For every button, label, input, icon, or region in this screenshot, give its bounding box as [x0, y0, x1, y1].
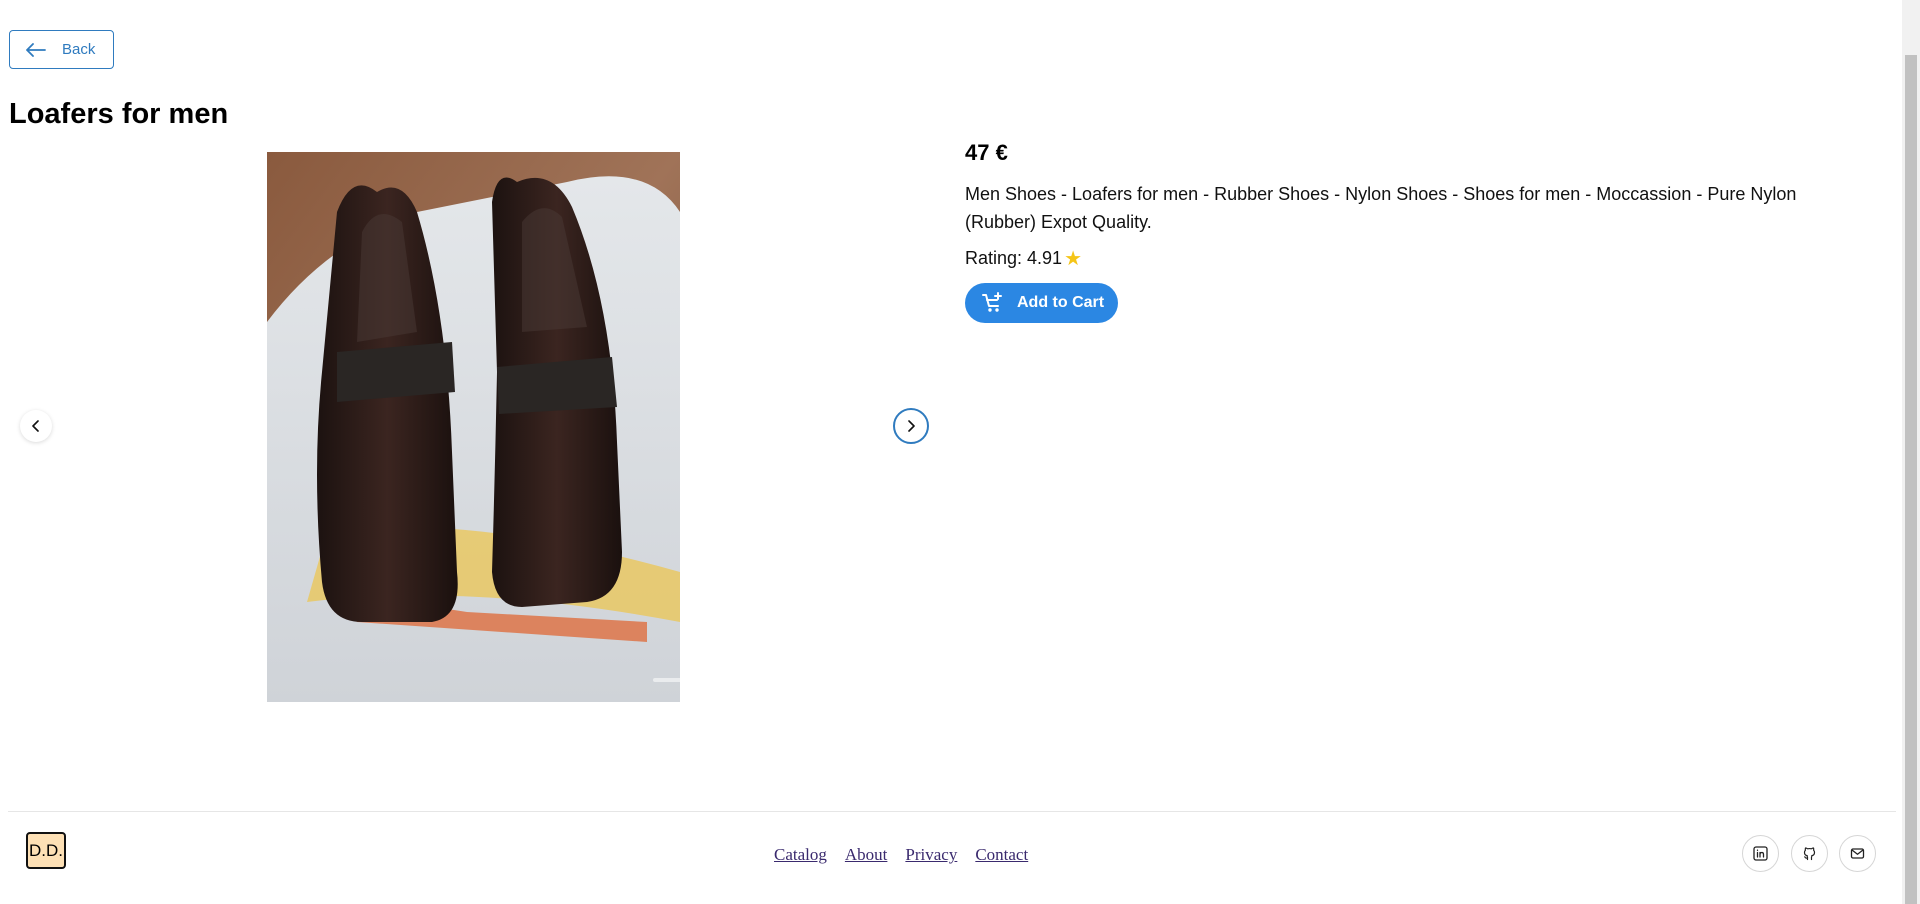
product-price: 47 €	[965, 140, 1008, 165]
product-description: Men Shoes - Loafers for men - Rubber Sho…	[965, 184, 1797, 232]
footer-divider	[8, 811, 1896, 812]
add-to-cart-button[interactable]: Add to Cart	[965, 283, 1118, 323]
footer-link-catalog[interactable]: Catalog	[774, 845, 827, 865]
page-title: Loafers for men	[9, 98, 229, 130]
rating-label: Rating: 4.91	[965, 248, 1063, 268]
github-icon	[1803, 847, 1816, 861]
github-button[interactable]	[1791, 835, 1828, 872]
loafers-photo	[267, 152, 680, 702]
chevron-left-icon	[32, 420, 39, 432]
footer-nav: Catalog About Privacy Contact	[774, 845, 1028, 865]
footer-link-contact[interactable]: Contact	[975, 845, 1028, 865]
add-to-cart-label: Add to Cart	[1017, 294, 1105, 311]
linkedin-icon	[1753, 846, 1768, 861]
carousel-dots	[653, 678, 680, 682]
product-image	[267, 152, 680, 702]
site-logo[interactable]: D.D.	[26, 832, 66, 869]
product-rating: Rating: 4.91 ★	[965, 248, 1082, 269]
carousel-next-button[interactable]	[893, 408, 929, 444]
arrow-left-icon	[26, 42, 46, 57]
page-scrollbar[interactable]	[1902, 0, 1920, 904]
image-carousel	[0, 152, 940, 702]
chevron-right-icon	[908, 420, 915, 432]
back-button-label: Back	[62, 41, 96, 58]
carousel-prev-button[interactable]	[20, 410, 52, 442]
footer-link-privacy[interactable]: Privacy	[905, 845, 957, 865]
linkedin-button[interactable]	[1742, 835, 1779, 872]
mail-button[interactable]	[1839, 835, 1876, 872]
carousel-dot[interactable]	[653, 678, 680, 682]
star-icon: ★	[1064, 247, 1083, 270]
mail-icon	[1850, 848, 1865, 859]
scrollbar-thumb[interactable]	[1905, 55, 1917, 904]
cart-plus-icon	[982, 292, 1002, 312]
back-button[interactable]: Back	[9, 30, 114, 69]
footer-link-about[interactable]: About	[845, 845, 888, 865]
